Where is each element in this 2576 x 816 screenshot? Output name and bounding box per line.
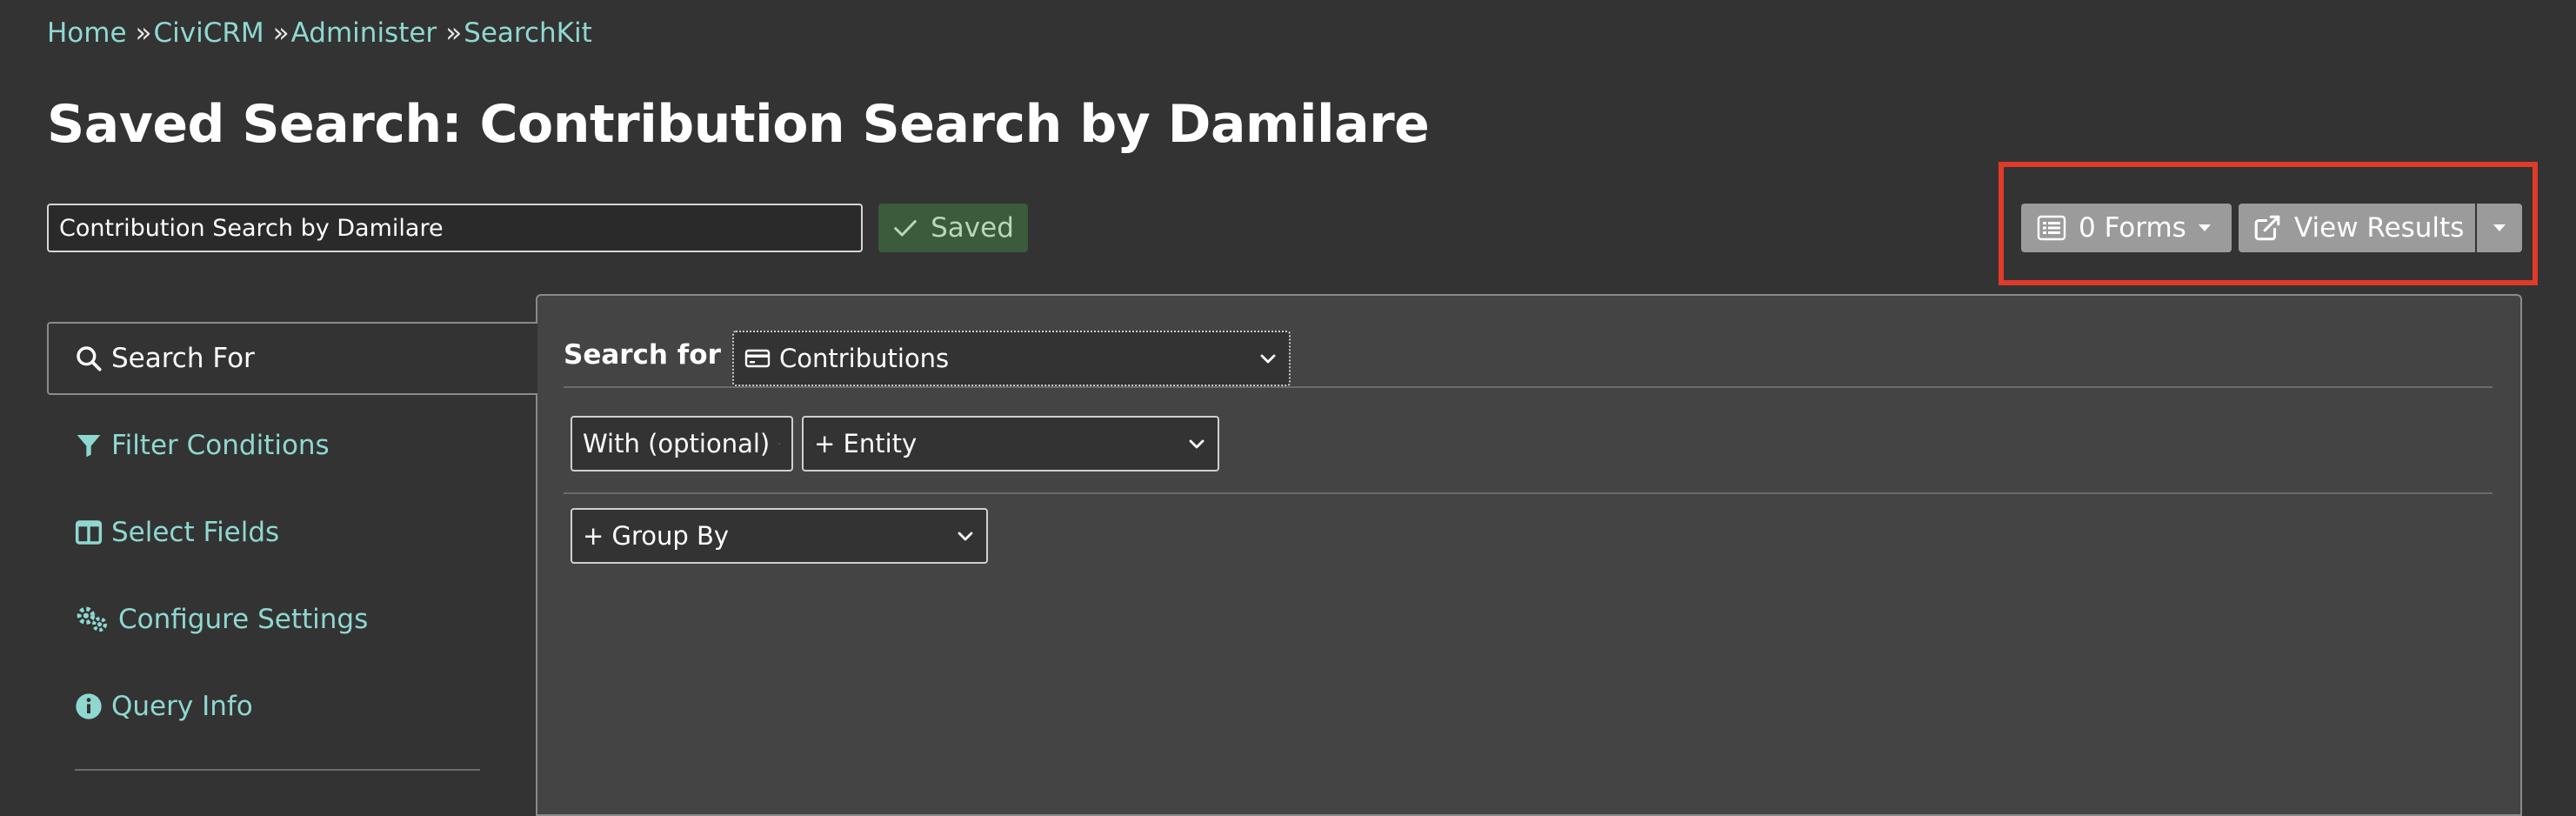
view-results-label: View Results xyxy=(2294,212,2465,244)
forms-dropdown-button[interactable]: 0 Forms xyxy=(2021,204,2232,252)
breadcrumb-separator: » xyxy=(445,17,463,49)
columns-icon xyxy=(75,520,103,545)
info-icon xyxy=(76,693,102,719)
chevron-down-icon xyxy=(958,532,973,541)
search-icon xyxy=(77,346,102,371)
entity-type-value: Contributions xyxy=(779,344,950,373)
breadcrumb-searchkit-link[interactable]: SearchKit xyxy=(464,17,592,49)
sidebar-item-select-fields[interactable]: Select Fields xyxy=(75,517,279,548)
sidebar-item-query-info[interactable]: Query Info xyxy=(75,691,253,722)
external-link-icon xyxy=(2254,215,2280,241)
list-alt-icon xyxy=(2037,215,2066,241)
breadcrumb-home-link[interactable]: Home xyxy=(47,17,127,49)
group-by-value: + Group By xyxy=(583,521,730,551)
group-by-select[interactable]: + Group By xyxy=(571,508,988,564)
breadcrumb-separator: » xyxy=(135,17,152,49)
caret-down-icon xyxy=(2198,224,2211,231)
view-results-button[interactable]: View Results xyxy=(2239,204,2475,252)
search-name-input[interactable] xyxy=(47,204,863,252)
view-results-dropdown-toggle[interactable] xyxy=(2477,204,2522,252)
sidebar-item-label: Query Info xyxy=(111,691,253,722)
breadcrumb: Home »CiviCRM »Administer »SearchKit xyxy=(47,17,592,49)
saved-label: Saved xyxy=(931,212,1014,244)
saved-status-button[interactable]: Saved xyxy=(878,204,1028,252)
section-divider xyxy=(564,492,2493,494)
section-divider xyxy=(564,386,2493,388)
sidebar-item-filter-conditions[interactable]: Filter Conditions xyxy=(75,430,330,461)
search-for-label: Search for xyxy=(564,339,721,371)
sidebar-item-label: Select Fields xyxy=(111,517,280,548)
join-type-select[interactable]: With (optional) xyxy=(571,416,793,472)
sidebar-item-label: Search For xyxy=(111,343,255,374)
breadcrumb-civicrm-link[interactable]: CiviCRM xyxy=(154,17,264,49)
sidebar-item-configure-settings[interactable]: Configure Settings xyxy=(75,604,368,635)
forms-button-label: 0 Forms xyxy=(2079,212,2186,244)
caret-down-icon xyxy=(2493,224,2506,231)
gears-icon xyxy=(77,606,107,632)
entity-type-select[interactable]: Contributions xyxy=(732,331,1291,386)
filter-icon xyxy=(77,435,101,458)
join-entity-value: + Entity xyxy=(814,429,918,458)
page-title: Saved Search: Contribution Search by Dam… xyxy=(47,94,1430,155)
check-icon xyxy=(894,220,917,237)
join-entity-select[interactable]: + Entity xyxy=(802,416,1219,472)
breadcrumb-separator: » xyxy=(272,17,290,49)
sidebar-divider xyxy=(75,769,480,771)
breadcrumb-administer-link[interactable]: Administer xyxy=(291,17,437,49)
chevron-down-icon xyxy=(1260,354,1276,364)
sidebar-item-label: Configure Settings xyxy=(118,604,369,635)
credit-card-icon xyxy=(744,349,771,368)
join-type-value: With (optional) xyxy=(583,429,771,458)
chevron-down-icon xyxy=(778,443,781,445)
sidebar-item-search-for[interactable]: Search For xyxy=(47,322,537,395)
chevron-down-icon xyxy=(1189,439,1205,449)
sidebar-item-label: Filter Conditions xyxy=(111,430,330,461)
